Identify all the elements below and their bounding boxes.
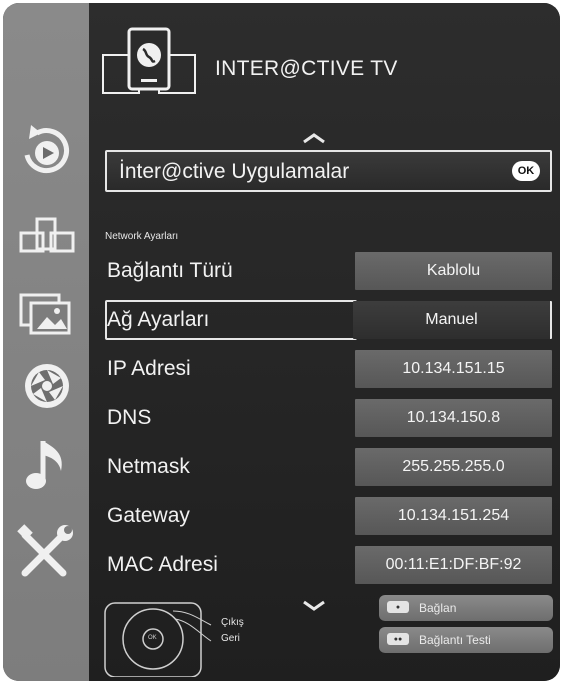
connect-button-label: Bağlan [419, 601, 457, 615]
setting-row-ip-address[interactable]: IP Adresi 10.134.151.15 [105, 347, 552, 393]
exit-label: Çıkış [221, 617, 244, 628]
back-label: Geri [221, 633, 240, 644]
setting-value[interactable]: Kablolu [355, 252, 552, 290]
setting-value[interactable]: Manuel [353, 301, 552, 339]
ok-button-icon: OK [512, 161, 540, 181]
setting-label: MAC Adresi [107, 553, 218, 576]
interactive-apps-label: İnter@ctive Uygulamalar [119, 160, 350, 183]
source-cycle-icon[interactable] [7, 115, 85, 185]
setting-label: IP Adresi [107, 357, 191, 380]
green-key-icon: ●● [387, 633, 409, 645]
setting-row-dns[interactable]: DNS 10.134.150.8 [105, 396, 552, 442]
interactive-tv-logo-icon [101, 25, 197, 97]
scroll-up-chevron-icon[interactable] [301, 131, 327, 145]
setting-label: Gateway [107, 504, 190, 527]
setting-label: DNS [107, 406, 152, 429]
interactive-apps-row[interactable]: İnter@ctive Uygulamalar OK [105, 150, 552, 192]
setting-label: Netmask [107, 455, 190, 478]
screens-icon[interactable] [7, 203, 85, 273]
remote-navigation-icon: OK [103, 597, 233, 678]
setting-row-network-settings[interactable]: Ağ Ayarları Manuel [105, 298, 552, 344]
remote-ok-key: OK [148, 635, 157, 641]
page-title: INTER@CTIVE TV [215, 57, 398, 80]
tools-icon[interactable] [7, 517, 85, 587]
red-key-icon: ● [387, 601, 409, 613]
photo-gallery-icon[interactable] [7, 281, 85, 351]
scroll-down-chevron-icon[interactable] [301, 599, 327, 613]
setting-row-mac-address[interactable]: MAC Adresi 00:11:E1:DF:BF:92 [105, 543, 552, 589]
music-note-icon[interactable] [7, 429, 85, 499]
setting-value[interactable]: 10.134.151.254 [355, 497, 552, 535]
connection-test-button-label: Bağlantı Testi [419, 633, 491, 647]
connection-test-button[interactable]: ●● Bağlantı Testi [379, 627, 553, 653]
setting-value[interactable]: 00:11:E1:DF:BF:92 [355, 546, 552, 584]
setting-row-connection-type[interactable]: Bağlantı Türü Kablolu [105, 249, 552, 295]
tv-menu-frame: INTER@CTIVE TV İnter@ctive Uygulamalar O… [3, 3, 560, 681]
setting-row-gateway[interactable]: Gateway 10.134.151.254 [105, 494, 552, 540]
setting-row-netmask[interactable]: Netmask 255.255.255.0 [105, 445, 552, 491]
main-panel: INTER@CTIVE TV İnter@ctive Uygulamalar O… [89, 3, 560, 681]
setting-label: Ağ Ayarları [107, 308, 210, 331]
connect-button[interactable]: ● Bağlan [379, 595, 553, 621]
setting-value[interactable]: 255.255.255.0 [355, 448, 552, 486]
network-section-label: Network Ayarları [105, 231, 179, 242]
sidebar [3, 3, 89, 681]
camera-aperture-icon[interactable] [7, 351, 85, 421]
setting-value[interactable]: 10.134.151.15 [355, 350, 552, 388]
setting-value[interactable]: 10.134.150.8 [355, 399, 552, 437]
setting-label: Bağlantı Türü [107, 259, 233, 282]
